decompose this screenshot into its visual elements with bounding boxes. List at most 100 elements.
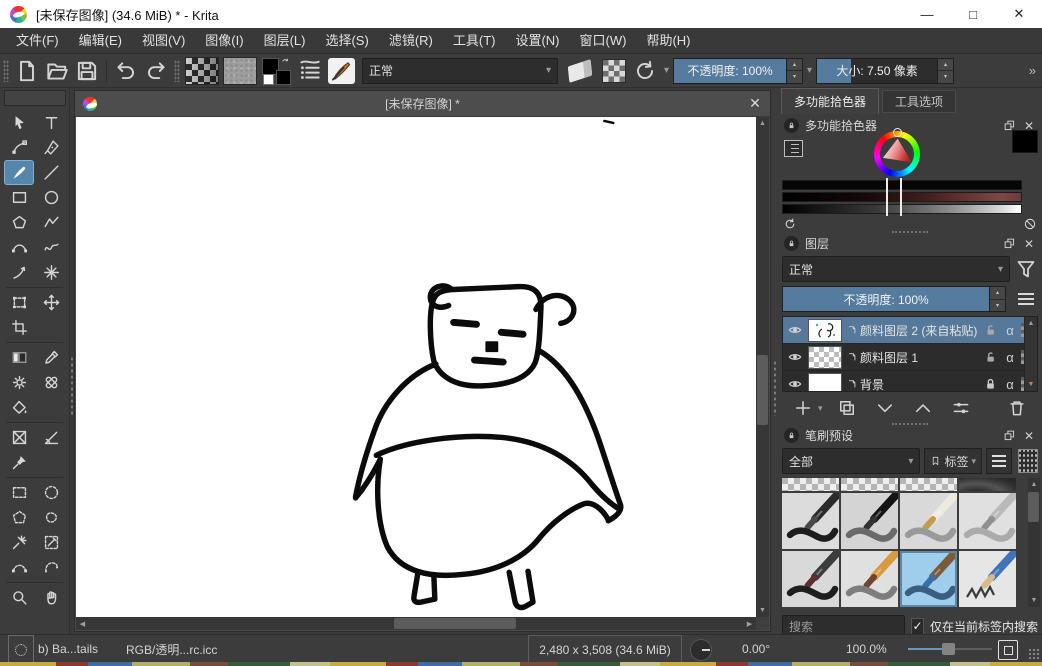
tool-calligraphy[interactable] bbox=[36, 135, 66, 160]
maximize-button[interactable]: □ bbox=[950, 0, 996, 28]
menu-l[interactable]: 图层(L) bbox=[254, 28, 316, 54]
toolbar-overflow-button[interactable]: » bbox=[1029, 63, 1036, 78]
tool-move[interactable] bbox=[36, 290, 66, 315]
tool-pattern-edit[interactable] bbox=[4, 370, 34, 395]
saturation-bar[interactable] bbox=[782, 192, 1022, 202]
add-layer-button[interactable] bbox=[788, 396, 818, 420]
docker-lock-icon[interactable] bbox=[784, 236, 799, 251]
scroll-up-icon[interactable]: ▲ bbox=[1028, 478, 1040, 491]
menu-t[interactable]: 工具(T) bbox=[443, 28, 506, 54]
size-spinner[interactable]: ▴ ▾ bbox=[938, 58, 954, 84]
new-document-button[interactable] bbox=[14, 58, 40, 84]
tool-freehand-select[interactable] bbox=[36, 505, 66, 530]
move-layer-down-button[interactable] bbox=[870, 396, 900, 420]
brush-editor-button[interactable] bbox=[328, 58, 355, 84]
layer-properties-button[interactable] bbox=[946, 396, 976, 420]
tool-polygon-select[interactable] bbox=[4, 505, 34, 530]
menu-v[interactable]: 视图(V) bbox=[132, 28, 195, 54]
tool-transform-tool[interactable] bbox=[4, 290, 34, 315]
tool-multibrush[interactable] bbox=[36, 260, 66, 285]
scroll-up-icon[interactable]: ▲ bbox=[756, 117, 769, 130]
reload-preset-button[interactable] bbox=[632, 58, 658, 84]
tool-fill[interactable] bbox=[4, 395, 34, 420]
redo-button[interactable] bbox=[143, 58, 169, 84]
bar-marker[interactable] bbox=[886, 178, 902, 216]
close-button[interactable]: ✕ bbox=[996, 0, 1042, 28]
scroll-down-icon[interactable]: ▼ bbox=[1028, 594, 1040, 607]
spin-up-icon[interactable]: ▴ bbox=[787, 59, 802, 71]
layer-thumbnail[interactable] bbox=[808, 319, 842, 342]
swap-colors-icon[interactable] bbox=[281, 57, 292, 68]
toolbar-grip[interactable] bbox=[174, 60, 180, 82]
scroll-up-icon[interactable]: ▲ bbox=[1025, 317, 1037, 330]
menu-n[interactable]: 设置(N) bbox=[505, 28, 569, 54]
tool-gradient-tool[interactable] bbox=[4, 345, 34, 370]
float-docker-icon[interactable] bbox=[1003, 237, 1016, 250]
spin-down-icon[interactable]: ▾ bbox=[938, 70, 953, 83]
brush-grid-scrollbar[interactable]: ▲ ▼ bbox=[1028, 478, 1040, 607]
opacity-spinner[interactable]: ▴ ▾ bbox=[787, 58, 803, 84]
hue-bar[interactable] bbox=[782, 180, 1022, 190]
toolbar-grip[interactable] bbox=[3, 60, 9, 82]
tool-ellipse[interactable] bbox=[36, 185, 66, 210]
docker-lock-icon[interactable] bbox=[784, 118, 799, 133]
tool-text[interactable] bbox=[36, 110, 66, 135]
toolbox-handle[interactable] bbox=[4, 90, 66, 106]
minimize-button[interactable]: — bbox=[904, 0, 950, 28]
blend-mode-select[interactable]: 正常 ▾ bbox=[362, 58, 558, 84]
menu-w[interactable]: 窗口(W) bbox=[570, 28, 637, 54]
layer-row[interactable]: 颜料图层 1α bbox=[783, 344, 1037, 371]
alpha-inherit-icon[interactable]: α bbox=[1002, 323, 1018, 338]
pattern-chooser[interactable] bbox=[223, 57, 257, 85]
clear-color-icon[interactable] bbox=[1023, 217, 1037, 231]
save-button[interactable] bbox=[74, 58, 100, 84]
background-color[interactable] bbox=[276, 70, 291, 85]
menu-f[interactable]: 文件(F) bbox=[6, 28, 69, 54]
close-canvas-icon[interactable]: ✕ bbox=[740, 95, 770, 112]
menu-i[interactable]: 图像(I) bbox=[195, 28, 253, 54]
tool-pan[interactable] bbox=[36, 585, 66, 610]
fg-bg-color-widget[interactable] bbox=[262, 57, 292, 85]
tool-assistants[interactable] bbox=[4, 425, 34, 450]
search-scope-checkbox[interactable]: ✓ bbox=[911, 618, 924, 635]
vertical-scrollbar[interactable]: ▲ ▼ bbox=[756, 117, 769, 617]
layer-row[interactable]: 背景α bbox=[783, 371, 1037, 392]
menu-r[interactable]: 滤镜(R) bbox=[379, 28, 443, 54]
vertical-scrollbar-thumb[interactable] bbox=[757, 355, 768, 425]
brush-option-list-button[interactable] bbox=[297, 58, 323, 84]
tags-button[interactable]: 标签 ▾ bbox=[924, 448, 982, 474]
spin-up-icon[interactable]: ▴ bbox=[938, 59, 953, 71]
spin-up-icon[interactable]: ▴ bbox=[990, 287, 1005, 299]
brush-preset-pencil-blue[interactable] bbox=[959, 551, 1016, 607]
resize-grip[interactable] bbox=[1028, 648, 1040, 660]
chevron-down-icon[interactable]: ▾ bbox=[660, 65, 673, 76]
brush-preset-watercolor-blue[interactable] bbox=[900, 551, 957, 607]
layer-thumbnail[interactable] bbox=[808, 373, 842, 393]
open-document-button[interactable] bbox=[44, 58, 70, 84]
tool-magnetic-select[interactable] bbox=[36, 555, 66, 580]
close-docker-icon[interactable]: ✕ bbox=[1022, 237, 1036, 251]
gradient-chooser[interactable] bbox=[185, 57, 219, 85]
tool-freehand-path[interactable] bbox=[36, 235, 66, 260]
color-wheel[interactable] bbox=[874, 131, 920, 177]
layer-visibility-icon[interactable] bbox=[785, 322, 805, 338]
layer-thumbnail[interactable] bbox=[808, 346, 842, 369]
spin-down-icon[interactable]: ▾ bbox=[787, 70, 802, 83]
preserve-alpha-button[interactable] bbox=[602, 59, 626, 83]
duplicate-layer-button[interactable] bbox=[832, 396, 862, 420]
tool-zoom[interactable] bbox=[4, 585, 34, 610]
layer-lock-open-icon[interactable] bbox=[982, 349, 999, 365]
tool-reference-images[interactable] bbox=[4, 450, 34, 475]
zoom-slider[interactable] bbox=[908, 648, 992, 650]
zoom-fit-button[interactable] bbox=[998, 640, 1018, 660]
alpha-inherit-icon[interactable]: α bbox=[1002, 350, 1018, 365]
tool-rect-select[interactable] bbox=[4, 480, 34, 505]
tool-measure[interactable] bbox=[36, 425, 66, 450]
brush-preset-paintbrush-dark[interactable] bbox=[782, 551, 839, 607]
layer-name[interactable]: 背景 bbox=[860, 376, 979, 393]
layer-opacity-slider[interactable]: 不透明度: 100% bbox=[782, 286, 990, 312]
docker-lock-icon[interactable] bbox=[784, 428, 799, 443]
layer-lock-open-icon[interactable] bbox=[982, 322, 999, 338]
brush-preset-pen-white[interactable] bbox=[900, 493, 957, 549]
tool-line[interactable] bbox=[36, 160, 66, 185]
